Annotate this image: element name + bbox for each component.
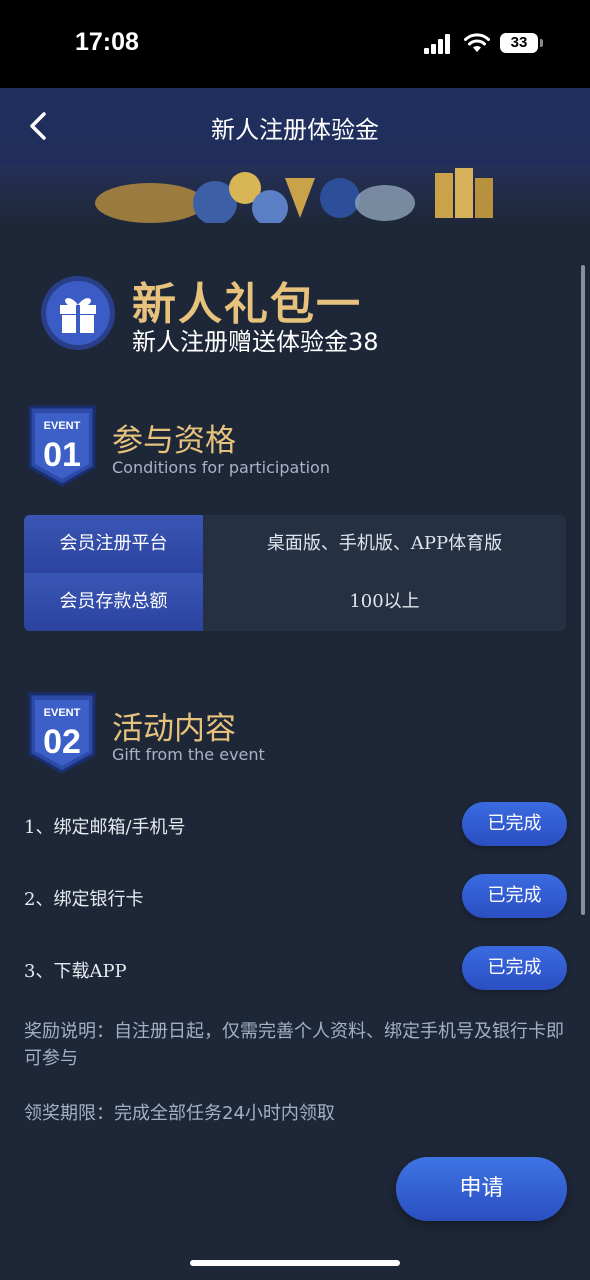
scrollbar[interactable] — [581, 265, 585, 915]
deadline-note: 领奖期限：完成全部任务24小时内领取 — [24, 1103, 335, 1124]
page-title: 新人注册体验金 — [211, 116, 379, 144]
status-bar: 17:08 33 — [0, 0, 590, 88]
cellular-signal-icon — [424, 34, 452, 54]
condition-label: 会员注册平台 — [24, 515, 203, 573]
badge-event-label: EVENT — [44, 420, 81, 432]
table-row: 会员注册平台 桌面版、手机版、APP体育版 — [24, 515, 566, 573]
event-01-badge: EVENT 01 — [26, 405, 98, 487]
condition-value: 桌面版、手机版、APP体育版 — [266, 533, 503, 554]
battery-icon: 33 — [500, 33, 538, 53]
task-label-bind-bank-card: 2、绑定银行卡 — [24, 889, 144, 910]
condition-value: 100以上 — [349, 591, 420, 612]
package-subtitle: 新人注册赠送体验金38 — [132, 328, 379, 356]
badge-event-label: EVENT — [44, 707, 81, 719]
conditions-table: 会员注册平台 桌面版、手机版、APP体育版 会员存款总额 100以上 — [24, 515, 566, 631]
condition-label: 会员存款总额 — [24, 573, 203, 631]
wifi-icon — [464, 33, 490, 52]
nav-header: 新人注册体验金 — [0, 88, 590, 164]
section-subtitle-eligibility: Conditions for participation — [112, 458, 330, 477]
table-row: 会员存款总额 100以上 — [24, 573, 566, 631]
task-status-button[interactable]: 已完成 — [462, 874, 567, 918]
badge-number: 02 — [43, 723, 81, 761]
section-title-content: 活动内容 — [112, 711, 236, 747]
apply-button[interactable]: 申请 — [396, 1157, 567, 1221]
battery-tip — [540, 39, 543, 47]
home-indicator — [190, 1260, 400, 1266]
task-label-bind-email-phone: 1、绑定邮箱/手机号 — [24, 817, 186, 838]
task-label-download-app: 3、下载APP — [24, 961, 127, 982]
status-time: 17:08 — [75, 28, 139, 56]
banner-illustration — [95, 168, 493, 223]
gift-icon — [41, 276, 115, 350]
section-title-eligibility: 参与资格 — [112, 423, 236, 459]
section-subtitle-content: Gift from the event — [112, 745, 265, 764]
event-02-badge: EVENT 02 — [26, 692, 98, 774]
badge-number: 01 — [43, 436, 81, 474]
reward-note: 奖励说明：自注册日起，仅需完善个人资料、绑定手机号及银行卡即可参与 — [24, 1021, 564, 1069]
task-status-button[interactable]: 已完成 — [462, 802, 567, 846]
task-status-button[interactable]: 已完成 — [462, 946, 567, 990]
